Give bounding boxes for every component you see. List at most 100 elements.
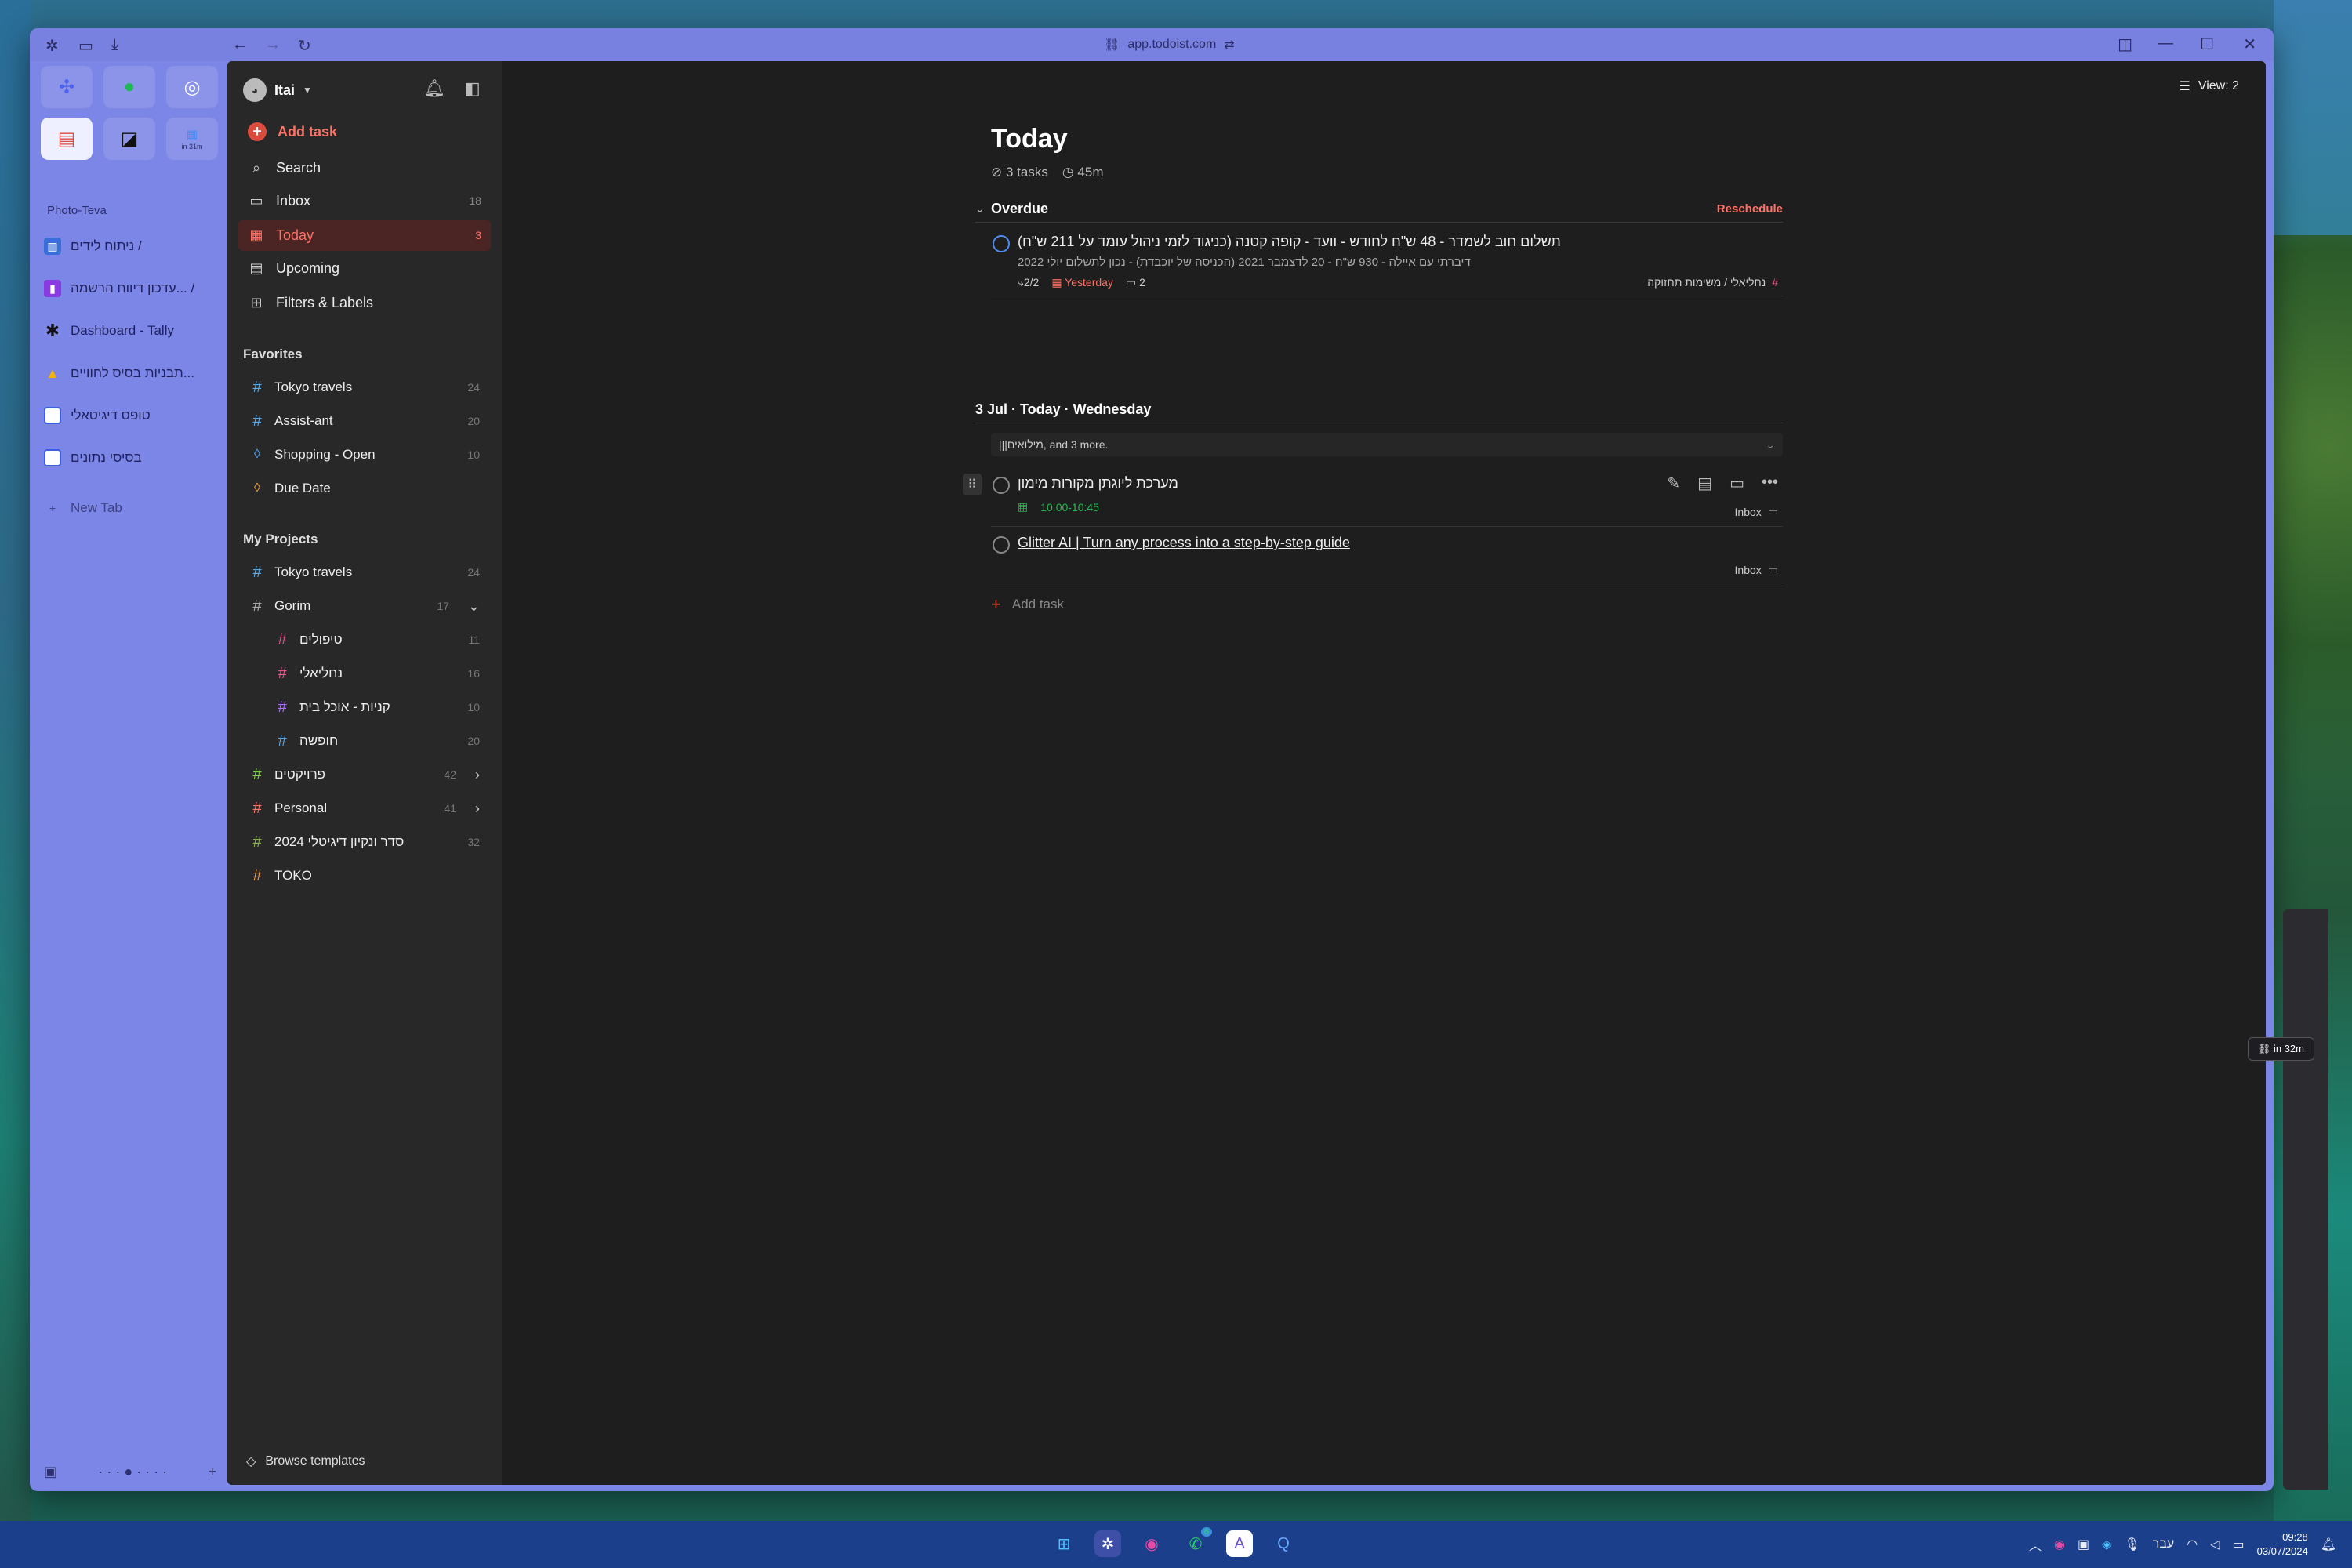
chevron-down-icon[interactable]: ⌄	[468, 598, 480, 615]
chevron-right-icon[interactable]: ›	[475, 800, 480, 817]
nav-today[interactable]: ▦ Today 3	[238, 220, 491, 251]
task-title-link[interactable]: Glitter AI | Turn any process into a ste…	[1018, 535, 1350, 551]
nav-filters-labels[interactable]: ⊞ Filters & Labels	[238, 287, 491, 318]
whatsapp-icon[interactable]: ✆ 6	[1182, 1527, 1212, 1557]
task-checkbox[interactable]	[993, 477, 1010, 494]
bell-icon[interactable]: 🔔︎	[423, 78, 445, 99]
sidebar-tab-1[interactable]: ▥ ניתוח לידים /	[44, 229, 216, 263]
sidebar-tab-2[interactable]: ▮ עדכון דיווח הרשמה... /	[44, 271, 216, 306]
volume-icon[interactable]: ◁	[2210, 1537, 2220, 1552]
chevron-right-icon[interactable]: ›	[475, 767, 480, 783]
language-indicator[interactable]: עבר	[2153, 1537, 2174, 1552]
fav-tile-assistant[interactable]: ✣	[41, 66, 93, 108]
favorite-tokyo-travels[interactable]: # Tokyo travels 24	[238, 372, 491, 403]
fav-tile-todoist[interactable]: ▤	[41, 118, 93, 160]
chevron-down-icon[interactable]: ⌄	[1766, 438, 1775, 452]
app-circle-icon[interactable]: ◉	[1138, 1530, 1165, 1557]
sidebar-tab-5[interactable]: טופס דיגיטאלי	[44, 398, 216, 433]
windows-start-icon[interactable]: ⊞	[1051, 1530, 1077, 1557]
sidebar-collapse-icon[interactable]: ◧	[464, 78, 481, 99]
url-bar[interactable]: ⛓ app.todoist.com ⇄	[1104, 34, 1292, 55]
clock[interactable]: 09:28 03/07/2024	[2257, 1530, 2308, 1559]
project-projectim[interactable]: # פרויקטים 42 ›	[238, 759, 491, 790]
schedule-icon[interactable]: ▤	[1697, 474, 1712, 493]
task-row[interactable]: Glitter AI | Turn any process into a ste…	[991, 530, 1783, 586]
add-space-icon[interactable]: +	[208, 1464, 216, 1480]
microphone-icon[interactable]: 🎙︎	[2124, 1537, 2140, 1552]
more-icon[interactable]: •••	[1762, 474, 1778, 493]
split-view-icon[interactable]: ◫	[2118, 34, 2132, 54]
subtasks-indicator[interactable]: ⤷2/2	[1018, 276, 1039, 289]
drag-handle-icon[interactable]: ⠿	[963, 474, 982, 495]
my-projects-title[interactable]: My Projects	[243, 532, 318, 547]
project-tokyo-travels[interactable]: # Tokyo travels 24	[238, 557, 491, 588]
new-tab-button[interactable]: + New Tab	[44, 491, 216, 525]
project-digital-cleanup[interactable]: # 2024 סדר ונקיון דיגיטלי 32	[238, 826, 491, 858]
back-icon[interactable]: ←	[232, 36, 248, 54]
collapsed-tasks-row[interactable]: |||מילואים, and 3 more. ⌄	[991, 433, 1783, 456]
project-kniyot[interactable]: # קניות - אוכל בית 10	[263, 691, 491, 723]
sidebar-tab-6[interactable]: בסיסי נתונים	[44, 441, 216, 475]
task-time[interactable]: ▦ 10:00-10:45	[1018, 500, 1099, 514]
project-tipulim[interactable]: # טיפולים 11	[263, 624, 491, 655]
sidebar-tab-4[interactable]: ▲ תבניות בסיס לחוויים...	[44, 356, 216, 390]
nav-inbox[interactable]: ▭ Inbox 18	[238, 185, 491, 216]
meeting-badge[interactable]: ⛓ in 32m	[2247, 1037, 2314, 1061]
task-title[interactable]: תשלום חוב לשמדר - 48 ש"ח לחודש - וועד - …	[1018, 234, 1561, 250]
tray-app-icon[interactable]: ◉	[2054, 1537, 2065, 1552]
site-settings-icon[interactable]: ⇄	[1224, 37, 1234, 53]
task-checkbox[interactable]	[993, 235, 1010, 252]
archive-icon[interactable]: ▣	[44, 1464, 57, 1480]
project-personal[interactable]: # Personal 41 ›	[238, 793, 491, 824]
sidebar-tab-3[interactable]: ✱ Dashboard - Tally	[44, 314, 216, 348]
comment-icon[interactable]: ▭	[1730, 474, 1744, 493]
task-title[interactable]: מערכת ליוגתן מקורות מימון	[1018, 475, 1178, 492]
tray-app-icon[interactable]: ▣	[2078, 1537, 2089, 1552]
favorite-assist-ant[interactable]: # Assist-ant 20	[238, 405, 491, 437]
fav-tile-calendar[interactable]: ▦ in 31m	[166, 118, 218, 160]
favorites-title[interactable]: Favorites	[243, 347, 303, 362]
comments-indicator[interactable]: ▭ 2	[1126, 276, 1145, 289]
close-icon[interactable]: ✕	[2243, 34, 2256, 54]
project-chufsha[interactable]: # חופשה 20	[263, 725, 491, 757]
tray-app-icon[interactable]: ◈	[2102, 1537, 2111, 1552]
overdue-section-header[interactable]: ⌄ Overdue Reschedule	[975, 196, 1783, 223]
task-row[interactable]: ⠿ מערכת ליוגתן מקורות מימון ▦ 10:00-10:4…	[963, 472, 1783, 527]
app-search-icon[interactable]: Q	[1270, 1530, 1297, 1557]
browse-templates-button[interactable]: ◇ Browse templates	[246, 1454, 365, 1469]
overdue-task[interactable]: תשלום חוב לשמדר - 48 ש"ח לחודש - וועד - …	[991, 229, 1783, 296]
nav-search[interactable]: ⌕ Search	[238, 152, 491, 183]
task-project[interactable]: Inbox ▭	[1735, 563, 1778, 576]
space-dots[interactable]: · · · ● · · · ·	[98, 1464, 167, 1480]
view-button[interactable]: ☰ View: 2	[2179, 78, 2239, 94]
maximize-icon[interactable]: ☐	[2200, 34, 2214, 54]
arc-logo-icon[interactable]: ✲	[45, 36, 59, 56]
task-checkbox[interactable]	[993, 536, 1010, 554]
project-toko[interactable]: # TOKO	[238, 860, 491, 891]
fav-tile-chatgpt[interactable]: ◎	[166, 66, 218, 108]
task-project[interactable]: Inbox ▭	[1735, 505, 1778, 518]
fav-tile-notion[interactable]: ◪	[103, 118, 155, 160]
chevron-down-icon[interactable]: ⌄	[975, 202, 991, 216]
sidebar-toggle-icon[interactable]: ▭	[78, 36, 93, 56]
edit-icon[interactable]: ✎	[1667, 474, 1680, 493]
add-task-inline[interactable]: + Add task	[991, 594, 1064, 615]
project-nachliel[interactable]: # נחליאלי 16	[263, 658, 491, 689]
due-date[interactable]: ▦ Yesterday	[1051, 276, 1113, 289]
user-menu[interactable]: ◕ Itai ▼	[243, 78, 312, 102]
floating-side-panel[interactable]	[2283, 909, 2328, 1490]
minimize-icon[interactable]: —	[2158, 34, 2173, 53]
fav-tile-spotify[interactable]: ●	[103, 66, 155, 108]
reload-icon[interactable]: ↻	[298, 36, 311, 56]
reschedule-button[interactable]: Reschedule	[1717, 202, 1783, 216]
wifi-icon[interactable]: ◠	[2187, 1537, 2198, 1552]
app-a-icon[interactable]: A	[1226, 1530, 1253, 1557]
add-task-button[interactable]: + Add task	[238, 116, 491, 147]
arc-browser-icon[interactable]: ✲	[1094, 1530, 1121, 1557]
forward-icon[interactable]: →	[265, 36, 281, 54]
chevron-up-icon[interactable]: ︿	[2029, 1535, 2042, 1554]
download-icon[interactable]: ⤓	[111, 36, 118, 54]
favorite-shopping-open[interactable]: ◊ Shopping - Open 10	[238, 439, 491, 470]
favorite-due-date[interactable]: ◊ Due Date	[238, 473, 491, 504]
nav-upcoming[interactable]: ▤ Upcoming	[238, 252, 491, 284]
